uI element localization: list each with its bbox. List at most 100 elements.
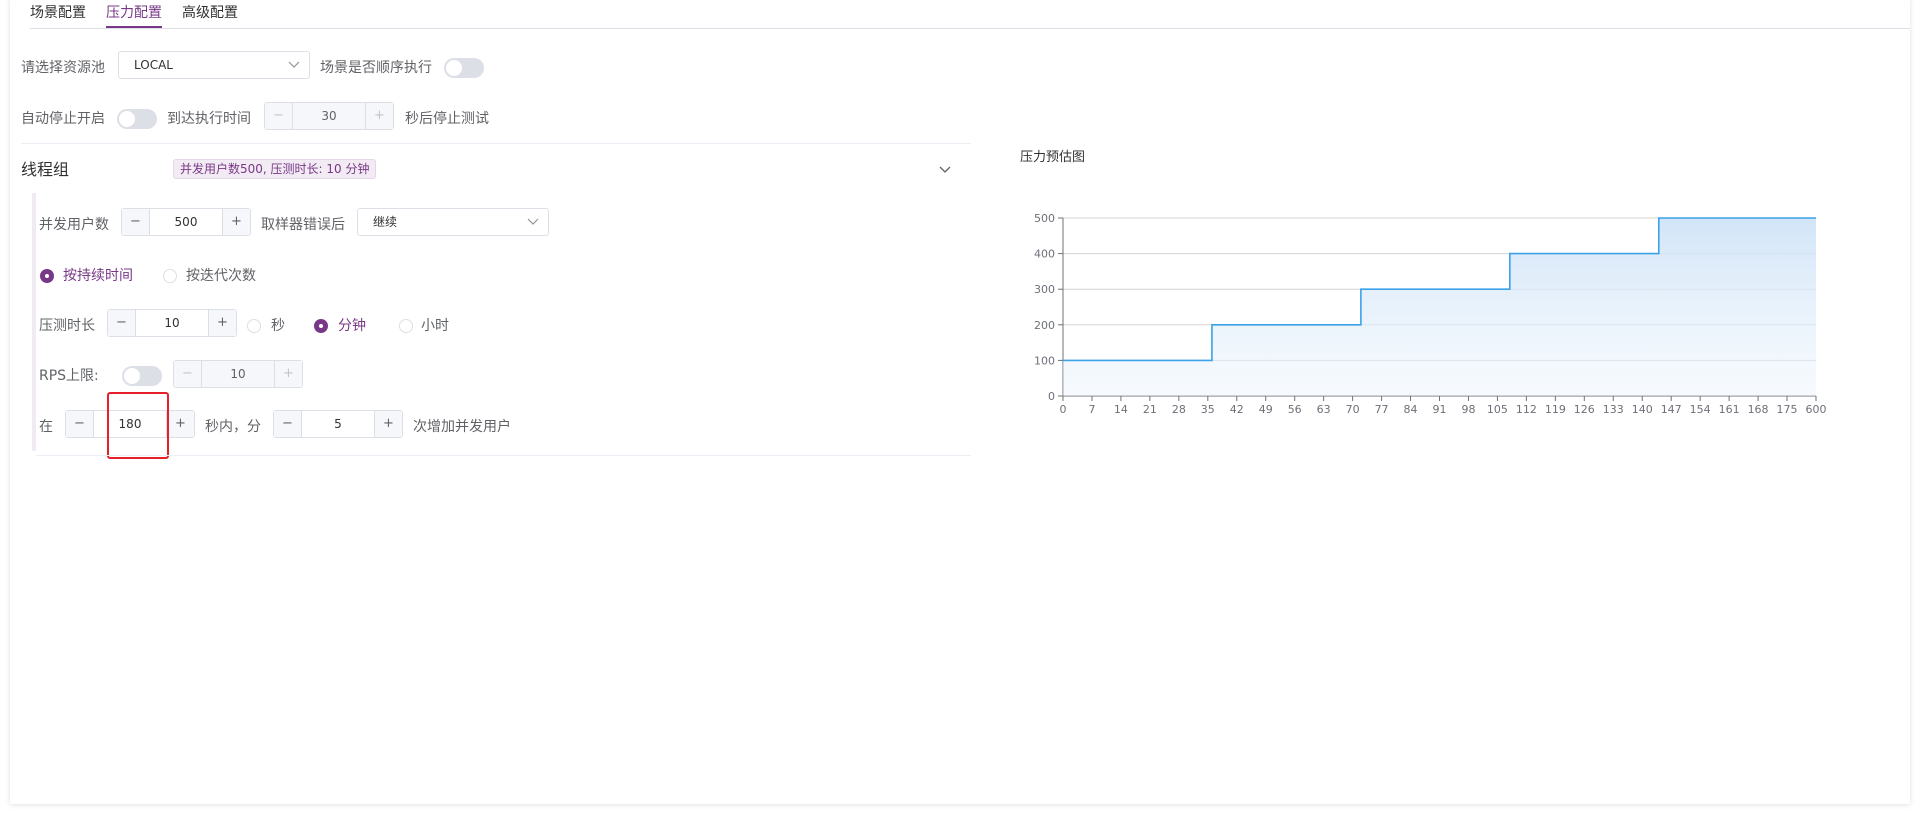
- thread-group-title: 线程组: [21, 160, 70, 179]
- x-tick-label: 84: [1404, 403, 1418, 416]
- radio-by-duration-label[interactable]: 按持续时间: [63, 265, 133, 285]
- plus-icon[interactable]: +: [208, 310, 236, 336]
- auto-stop-time-label: 到达执行时间: [167, 111, 251, 127]
- x-tick-label: 105: [1487, 403, 1508, 416]
- content-card: 场景配置 压力配置 高级配置 请选择资源池 LOCAL 场景是否顺序执行 自动停…: [10, 0, 1910, 804]
- concurrent-users-value[interactable]: 500: [150, 209, 222, 235]
- x-tick-label: 175: [1777, 403, 1798, 416]
- auto-stop-seconds-value[interactable]: 30: [293, 103, 365, 129]
- y-tick-label: 100: [1034, 354, 1055, 367]
- radio-unit-minutes[interactable]: [314, 319, 328, 333]
- y-tick-label: 400: [1034, 248, 1055, 261]
- x-tick-label: 91: [1433, 403, 1447, 416]
- thread-group-bar: [32, 193, 36, 451]
- ramp-middle-text: 秒内，分: [205, 419, 261, 435]
- minus-icon[interactable]: −: [108, 310, 136, 336]
- x-tick-label: 35: [1201, 403, 1215, 416]
- plus-icon[interactable]: +: [274, 361, 302, 387]
- auto-stop-switch[interactable]: [117, 109, 157, 129]
- resource-pool-label: 请选择资源池: [21, 60, 105, 76]
- chart-title: 压力预估图: [1020, 150, 1086, 165]
- y-tick-label: 300: [1034, 283, 1055, 296]
- resource-pool-select[interactable]: LOCAL: [118, 51, 310, 79]
- x-tick-label: 112: [1516, 403, 1537, 416]
- radio-unit-hours[interactable]: [399, 319, 413, 333]
- y-tick-label: 200: [1034, 319, 1055, 332]
- minus-icon[interactable]: −: [122, 209, 150, 235]
- active-tab-indicator: [106, 26, 162, 28]
- radio-by-duration[interactable]: [40, 269, 54, 283]
- auto-stop-label: 自动停止开启: [21, 111, 105, 127]
- radio-unit-seconds[interactable]: [247, 319, 261, 333]
- concurrent-users-stepper[interactable]: − 500 +: [121, 208, 251, 236]
- rps-label: RPS上限:: [39, 368, 99, 384]
- radio-unit-seconds-label[interactable]: 秒: [271, 315, 285, 335]
- minus-icon[interactable]: −: [274, 411, 302, 437]
- x-tick-label: 7: [1088, 403, 1095, 416]
- x-tick-label: 42: [1230, 403, 1244, 416]
- chevron-down-icon[interactable]: [938, 162, 952, 176]
- series-area: [1063, 218, 1816, 396]
- sampler-error-select[interactable]: 继续: [357, 208, 549, 236]
- config-tabs: 场景配置 压力配置 高级配置: [30, 0, 1910, 29]
- rps-switch[interactable]: [122, 366, 162, 386]
- scenario-sequential-switch[interactable]: [444, 58, 484, 78]
- x-tick-label: 56: [1288, 403, 1302, 416]
- y-tick-label: 0: [1048, 390, 1055, 403]
- concurrent-users-label: 并发用户数: [39, 217, 109, 233]
- chevron-down-icon: [527, 218, 539, 225]
- tab-advanced-config[interactable]: 高级配置: [182, 2, 238, 22]
- sampler-error-value: 继续: [373, 215, 398, 229]
- sampler-error-label: 取样器错误后: [261, 217, 345, 233]
- radio-by-iterations-label[interactable]: 按迭代次数: [186, 265, 256, 285]
- duration-label: 压测时长: [39, 318, 95, 334]
- ramp-steps-stepper[interactable]: − 5 +: [273, 410, 403, 438]
- auto-stop-seconds-stepper[interactable]: − 30 +: [264, 102, 394, 130]
- x-tick-label: 63: [1317, 403, 1331, 416]
- ramp-steps-value[interactable]: 5: [302, 411, 374, 437]
- x-tick-label: 119: [1545, 403, 1566, 416]
- x-tick-label: 21: [1143, 403, 1157, 416]
- scenario-sequential-label: 场景是否顺序执行: [320, 60, 432, 76]
- x-tick-label: 49: [1259, 403, 1273, 416]
- rps-value[interactable]: 10: [202, 361, 274, 387]
- plus-icon[interactable]: +: [374, 411, 402, 437]
- radio-unit-minutes-label[interactable]: 分钟: [338, 315, 366, 335]
- resource-pool-value: LOCAL: [134, 58, 173, 72]
- radio-by-iterations[interactable]: [163, 269, 177, 283]
- ramp-prefix: 在: [39, 419, 53, 435]
- plus-icon[interactable]: +: [166, 411, 194, 437]
- thread-group-summary-tag: 并发用户数500, 压测时长: 10 分钟: [173, 159, 377, 179]
- x-tick-label: 161: [1719, 403, 1740, 416]
- highlight-box: [107, 392, 169, 459]
- tab-scene-config[interactable]: 场景配置: [30, 2, 86, 22]
- x-tick-label: 28: [1172, 403, 1186, 416]
- radio-unit-hours-label[interactable]: 小时: [421, 315, 449, 335]
- x-tick-label: 140: [1632, 403, 1653, 416]
- section-divider: [21, 143, 971, 144]
- auto-stop-suffix: 秒后停止测试: [405, 111, 489, 127]
- x-tick-label: 168: [1748, 403, 1769, 416]
- minus-icon[interactable]: −: [66, 411, 94, 437]
- minus-icon[interactable]: −: [174, 361, 202, 387]
- duration-stepper[interactable]: − 10 +: [107, 309, 237, 337]
- minus-icon[interactable]: −: [265, 103, 293, 129]
- x-tick-label: 147: [1661, 403, 1682, 416]
- x-tick-label: 600: [1806, 403, 1827, 416]
- tab-pressure-config[interactable]: 压力配置: [106, 2, 162, 22]
- pressure-chart: 0 100 200 300 400 500 0 7 14 21 28 35 42 49 56 63 70 77 84…: [1034, 212, 1827, 416]
- rps-stepper[interactable]: − 10 +: [173, 360, 303, 388]
- x-tick-label: 70: [1346, 403, 1360, 416]
- x-tick-label: 14: [1114, 403, 1128, 416]
- x-tick-label: 133: [1603, 403, 1624, 416]
- plus-icon[interactable]: +: [365, 103, 393, 129]
- chevron-down-icon: [288, 61, 300, 68]
- plus-icon[interactable]: +: [222, 209, 250, 235]
- duration-value[interactable]: 10: [136, 310, 208, 336]
- x-tick-label: 126: [1574, 403, 1595, 416]
- x-tick-label: 77: [1375, 403, 1389, 416]
- thread-group-divider: [36, 455, 971, 456]
- x-tick-label: 154: [1690, 403, 1711, 416]
- x-tick-label: 0: [1060, 403, 1067, 416]
- x-tick-label: 98: [1461, 403, 1475, 416]
